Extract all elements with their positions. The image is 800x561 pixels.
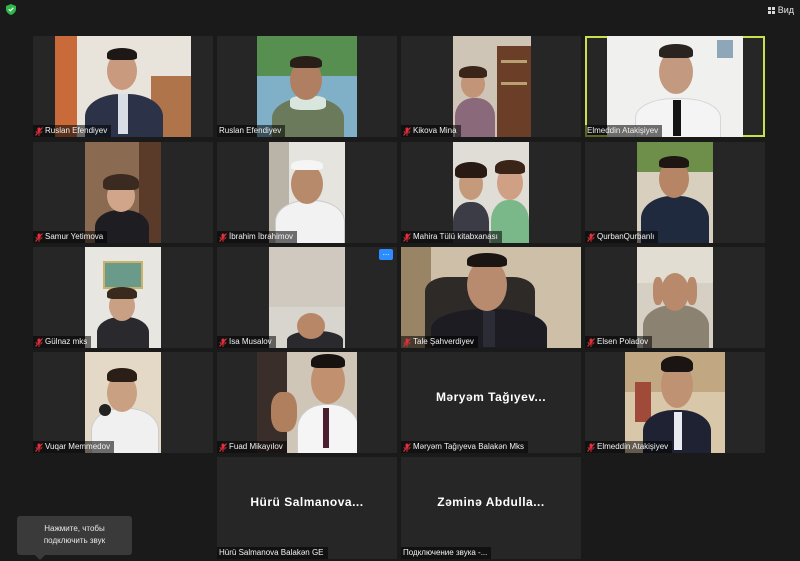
participant-display-name: Hürü Salmanova... bbox=[250, 495, 364, 509]
tooltip-line-1: Нажмите, чтобы bbox=[44, 524, 105, 533]
participant-tile[interactable]: Mahira Tülü kitabxanası bbox=[401, 142, 581, 243]
participant-tile[interactable]: ... Isa Musalov bbox=[217, 247, 397, 348]
participant-video bbox=[257, 352, 357, 453]
participant-name: Məryəm Tağıyeva Balakən Mks bbox=[413, 442, 525, 451]
mic-off-icon bbox=[403, 126, 411, 136]
participant-tile[interactable]: Elsen Poladov bbox=[585, 247, 765, 348]
participant-name-bar: Ruslan Efendiyev bbox=[33, 125, 112, 137]
participant-name-bar: Elmeddin Atakişiyev bbox=[585, 441, 673, 453]
participant-video bbox=[607, 36, 743, 137]
participant-name: Isa Musalov bbox=[229, 337, 272, 346]
participant-name: Mahira Tülü kitabxanası bbox=[413, 232, 498, 241]
participant-display-name: Məryəm Tağıyev... bbox=[435, 390, 547, 404]
participant-tile[interactable]: Tale Şahverdiyev bbox=[401, 247, 581, 348]
participant-name-bar: Fuad Mikayılov bbox=[217, 441, 287, 453]
mic-off-icon bbox=[587, 232, 595, 242]
participant-name: Elmeddin Atakişiyev bbox=[597, 442, 669, 451]
participant-tile[interactable]: Samur Yetimova bbox=[33, 142, 213, 243]
participant-name: Подключение звука -... bbox=[403, 548, 488, 557]
participant-name: Ruslan Efendiyev bbox=[45, 126, 108, 135]
participant-name-bar: İbrahim İbrahimov bbox=[217, 231, 298, 243]
mic-off-icon bbox=[403, 337, 411, 347]
participant-display-name: Zəminə Abdulla... bbox=[437, 495, 545, 509]
participant-name: Gülnaz mks bbox=[45, 337, 88, 346]
participant-name-bar: Isa Musalov bbox=[217, 336, 276, 348]
mic-off-icon bbox=[403, 442, 411, 452]
participant-name: Ruslan Efendiyev bbox=[219, 126, 282, 135]
participant-tile[interactable]: Ruslan Efendiyev bbox=[33, 36, 213, 137]
participant-name-bar: Подключение звука -... bbox=[401, 547, 492, 559]
participant-name: Hürü Salmanova Balakən GE bbox=[219, 548, 324, 557]
mic-off-icon bbox=[587, 442, 595, 452]
participant-video bbox=[401, 247, 581, 348]
participant-tile-active-speaker[interactable]: Elmeddin Atakişiyev bbox=[585, 36, 765, 137]
participant-name: QurbanQurbanlı bbox=[597, 232, 655, 241]
participant-name: Kikova Mina bbox=[413, 126, 457, 135]
participant-tile[interactable]: QurbanQurbanlı bbox=[585, 142, 765, 243]
mic-off-icon bbox=[219, 232, 227, 242]
participant-tile[interactable]: Fuad Mikayılov bbox=[217, 352, 397, 453]
participant-tile[interactable]: Gülnaz mks bbox=[33, 247, 213, 348]
participant-name: Vuqar Memmedov bbox=[45, 442, 111, 451]
participant-name-bar: Tale Şahverdiyev bbox=[401, 336, 478, 348]
participant-name-bar: Elmeddin Atakişiyev bbox=[585, 125, 663, 137]
participant-tile-no-video[interactable]: Hürü Salmanova... Hürü Salmanova Balakən… bbox=[217, 457, 397, 559]
participant-name-bar: Mahira Tülü kitabxanası bbox=[401, 231, 502, 243]
participant-name-bar: Hürü Salmanova Balakən GE bbox=[217, 547, 328, 559]
participant-video bbox=[85, 142, 161, 243]
participant-name-bar: Kikova Mina bbox=[401, 125, 461, 137]
participant-video bbox=[453, 36, 531, 137]
participant-tile-no-video[interactable]: Məryəm Tağıyev... Məryəm Tağıyeva Balakə… bbox=[401, 352, 581, 453]
participant-video bbox=[55, 36, 191, 137]
participant-name-bar: Ruslan Efendiyev bbox=[217, 125, 286, 137]
participant-video bbox=[85, 247, 161, 348]
participant-video bbox=[637, 247, 713, 348]
participant-tile[interactable]: Ruslan Efendiyev bbox=[217, 36, 397, 137]
view-button[interactable]: Вид bbox=[767, 3, 794, 17]
mic-off-icon bbox=[587, 337, 595, 347]
tooltip-line-2: подключить звук bbox=[43, 536, 106, 545]
top-bar: Вид bbox=[0, 0, 800, 20]
participant-video bbox=[269, 247, 345, 348]
participant-tile[interactable]: Elmeddin Atakişiyev bbox=[585, 352, 765, 453]
mic-off-icon bbox=[35, 337, 43, 347]
more-options-button[interactable]: ... bbox=[379, 249, 393, 260]
participant-tile[interactable]: İbrahim İbrahimov bbox=[217, 142, 397, 243]
participant-video bbox=[637, 142, 713, 243]
participant-tile[interactable]: Kikova Mina bbox=[401, 36, 581, 137]
participant-name: Elsen Poladov bbox=[597, 337, 649, 346]
shield-icon[interactable] bbox=[6, 4, 16, 15]
mic-off-icon bbox=[219, 442, 227, 452]
participant-name: İbrahim İbrahimov bbox=[229, 232, 294, 241]
participant-name: Tale Şahverdiyev bbox=[413, 337, 474, 346]
participant-video bbox=[269, 142, 345, 243]
mic-off-icon bbox=[219, 337, 227, 347]
participant-tile[interactable]: Vuqar Memmedov bbox=[33, 352, 213, 453]
mic-off-icon bbox=[403, 232, 411, 242]
mic-off-icon bbox=[35, 232, 43, 242]
join-audio-tooltip[interactable]: Нажмите, чтобы подключить звук bbox=[17, 516, 132, 560]
participant-tile-no-video[interactable]: Zəminə Abdulla... Подключение звука -... bbox=[401, 457, 581, 559]
participant-name-bar: QurbanQurbanlı bbox=[585, 231, 659, 243]
mic-off-icon bbox=[35, 126, 43, 136]
participant-name-bar: Gülnaz mks bbox=[33, 336, 92, 348]
participant-name: Elmeddin Atakişiyev bbox=[587, 126, 659, 135]
participant-name: Samur Yetimova bbox=[45, 232, 104, 241]
participant-video bbox=[625, 352, 725, 453]
grid-icon bbox=[767, 6, 775, 14]
participant-name-bar: Məryəm Tağıyeva Balakən Mks bbox=[401, 441, 529, 453]
participant-name-bar: Samur Yetimova bbox=[33, 231, 108, 243]
participant-name: Fuad Mikayılov bbox=[229, 442, 283, 451]
participant-name-bar: Vuqar Memmedov bbox=[33, 441, 115, 453]
view-label: Вид bbox=[777, 5, 794, 15]
mic-off-icon bbox=[35, 442, 43, 452]
participant-video bbox=[85, 352, 161, 453]
participant-video bbox=[453, 142, 529, 243]
participant-video bbox=[257, 36, 357, 137]
participant-name-bar: Elsen Poladov bbox=[585, 336, 653, 348]
